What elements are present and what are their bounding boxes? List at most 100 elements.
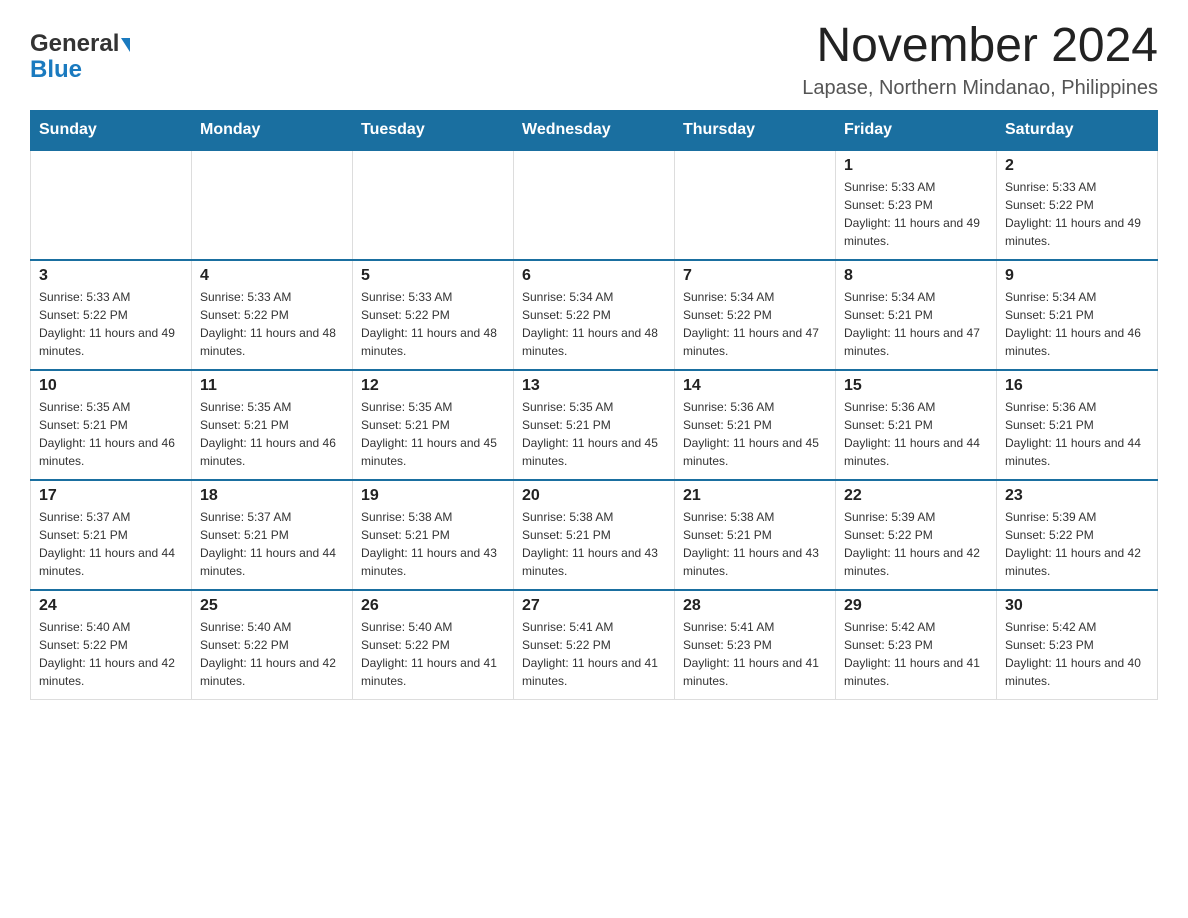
day-info: Sunrise: 5:35 AM Sunset: 5:21 PM Dayligh… [39,398,183,470]
calendar-cell: 30Sunrise: 5:42 AM Sunset: 5:23 PM Dayli… [997,590,1158,700]
day-number: 18 [200,487,344,505]
day-number: 23 [1005,487,1149,505]
day-number: 9 [1005,267,1149,285]
calendar-cell: 9 Sunrise: 5:34 AM Sunset: 5:21 PM Daylig… [997,260,1158,370]
day-info: Sunrise: 5:34 AM Sunset: 5:22 PM Dayligh… [522,288,666,360]
day-info: Sunrise: 5:41 AM Sunset: 5:22 PM Dayligh… [522,618,666,690]
day-info: Sunrise: 5:33 AM Sunset: 5:22 PM Dayligh… [361,288,505,360]
calendar-cell [31,150,192,260]
calendar-cell: 13 Sunrise: 5:35 AM Sunset: 5:21 PM Dayli… [514,370,675,480]
calendar-cell: 19 Sunrise: 5:38 AM Sunset: 5:21 PM Dayli… [353,480,514,590]
day-info: Sunrise: 5:41 AM Sunset: 5:23 PM Dayligh… [683,618,827,690]
day-info: Sunrise: 5:42 AM Sunset: 5:23 PM Dayligh… [844,618,988,690]
weekday-saturday: Saturday [997,110,1158,150]
day-number: 2 [1005,157,1149,175]
day-number: 5 [361,267,505,285]
calendar-cell: 22Sunrise: 5:39 AM Sunset: 5:22 PM Dayli… [836,480,997,590]
weekday-friday: Friday [836,110,997,150]
day-info: Sunrise: 5:38 AM Sunset: 5:21 PM Dayligh… [522,508,666,580]
calendar-cell: 25 Sunrise: 5:40 AM Sunset: 5:22 PM Dayli… [192,590,353,700]
day-info: Sunrise: 5:34 AM Sunset: 5:21 PM Dayligh… [1005,288,1149,360]
page-header: General Blue November 2024 Lapase, North… [30,20,1158,100]
day-info: Sunrise: 5:33 AM Sunset: 5:23 PM Dayligh… [844,178,988,250]
day-number: 24 [39,597,183,615]
calendar-subtitle: Lapase, Northern Mindanao, Philippines [802,77,1158,100]
calendar-cell: 11 Sunrise: 5:35 AM Sunset: 5:21 PM Dayli… [192,370,353,480]
calendar-cell: 24 Sunrise: 5:40 AM Sunset: 5:22 PM Dayli… [31,590,192,700]
day-info: Sunrise: 5:40 AM Sunset: 5:22 PM Dayligh… [39,618,183,690]
logo-triangle-icon [121,38,130,52]
weekday-thursday: Thursday [675,110,836,150]
day-number: 14 [683,377,827,395]
day-info: Sunrise: 5:38 AM Sunset: 5:21 PM Dayligh… [683,508,827,580]
day-number: 3 [39,267,183,285]
calendar-cell: 4 Sunrise: 5:33 AM Sunset: 5:22 PM Daylig… [192,260,353,370]
day-number: 11 [200,377,344,395]
calendar-cell: 29 Sunrise: 5:42 AM Sunset: 5:23 PM Dayli… [836,590,997,700]
day-info: Sunrise: 5:42 AM Sunset: 5:23 PM Dayligh… [1005,618,1149,690]
day-number: 12 [361,377,505,395]
calendar-cell: 28Sunrise: 5:41 AM Sunset: 5:23 PM Dayli… [675,590,836,700]
calendar-cell: 8 Sunrise: 5:34 AM Sunset: 5:21 PM Daylig… [836,260,997,370]
day-number: 15 [844,377,988,395]
day-number: 13 [522,377,666,395]
day-number: 22 [844,487,988,505]
calendar-cell: 2Sunrise: 5:33 AM Sunset: 5:22 PM Daylig… [997,150,1158,260]
logo-general: General [30,30,119,57]
day-number: 25 [200,597,344,615]
calendar-cell [514,150,675,260]
logo-blue-text: Blue [30,56,82,84]
calendar-cell: 7Sunrise: 5:34 AM Sunset: 5:22 PM Daylig… [675,260,836,370]
weekday-header-row: SundayMondayTuesdayWednesdayThursdayFrid… [31,110,1158,150]
calendar-cell: 6 Sunrise: 5:34 AM Sunset: 5:22 PM Daylig… [514,260,675,370]
calendar-cell: 16 Sunrise: 5:36 AM Sunset: 5:21 PM Dayli… [997,370,1158,480]
calendar-week-row: 17Sunrise: 5:37 AM Sunset: 5:21 PM Dayli… [31,480,1158,590]
day-number: 29 [844,597,988,615]
weekday-monday: Monday [192,110,353,150]
calendar-cell: 5 Sunrise: 5:33 AM Sunset: 5:22 PM Daylig… [353,260,514,370]
day-number: 26 [361,597,505,615]
calendar-cell: 20 Sunrise: 5:38 AM Sunset: 5:21 PM Dayli… [514,480,675,590]
calendar-cell: 1 Sunrise: 5:33 AM Sunset: 5:23 PM Daylig… [836,150,997,260]
calendar-header: SundayMondayTuesdayWednesdayThursdayFrid… [31,110,1158,150]
calendar-cell: 21 Sunrise: 5:38 AM Sunset: 5:21 PM Dayli… [675,480,836,590]
calendar-cell: 18Sunrise: 5:37 AM Sunset: 5:21 PM Dayli… [192,480,353,590]
day-number: 1 [844,157,988,175]
calendar-body: 1 Sunrise: 5:33 AM Sunset: 5:23 PM Daylig… [31,150,1158,700]
day-info: Sunrise: 5:38 AM Sunset: 5:21 PM Dayligh… [361,508,505,580]
day-number: 20 [522,487,666,505]
calendar-cell: 15 Sunrise: 5:36 AM Sunset: 5:21 PM Dayli… [836,370,997,480]
calendar-week-row: 24 Sunrise: 5:40 AM Sunset: 5:22 PM Dayli… [31,590,1158,700]
logo: General Blue [30,20,130,84]
day-number: 27 [522,597,666,615]
day-info: Sunrise: 5:40 AM Sunset: 5:22 PM Dayligh… [361,618,505,690]
weekday-tuesday: Tuesday [353,110,514,150]
day-number: 8 [844,267,988,285]
day-number: 19 [361,487,505,505]
calendar-table: SundayMondayTuesdayWednesdayThursdayFrid… [30,110,1158,701]
day-info: Sunrise: 5:33 AM Sunset: 5:22 PM Dayligh… [39,288,183,360]
day-info: Sunrise: 5:35 AM Sunset: 5:21 PM Dayligh… [200,398,344,470]
calendar-title-area: November 2024 Lapase, Northern Mindanao,… [802,20,1158,100]
day-number: 16 [1005,377,1149,395]
calendar-cell: 12Sunrise: 5:35 AM Sunset: 5:21 PM Dayli… [353,370,514,480]
day-info: Sunrise: 5:34 AM Sunset: 5:21 PM Dayligh… [844,288,988,360]
day-info: Sunrise: 5:33 AM Sunset: 5:22 PM Dayligh… [200,288,344,360]
day-number: 10 [39,377,183,395]
day-info: Sunrise: 5:39 AM Sunset: 5:22 PM Dayligh… [1005,508,1149,580]
calendar-week-row: 3 Sunrise: 5:33 AM Sunset: 5:22 PM Daylig… [31,260,1158,370]
day-info: Sunrise: 5:40 AM Sunset: 5:22 PM Dayligh… [200,618,344,690]
day-info: Sunrise: 5:36 AM Sunset: 5:21 PM Dayligh… [683,398,827,470]
day-number: 6 [522,267,666,285]
calendar-week-row: 10 Sunrise: 5:35 AM Sunset: 5:21 PM Dayli… [31,370,1158,480]
calendar-title: November 2024 [802,20,1158,73]
day-info: Sunrise: 5:36 AM Sunset: 5:21 PM Dayligh… [1005,398,1149,470]
calendar-cell: 14 Sunrise: 5:36 AM Sunset: 5:21 PM Dayli… [675,370,836,480]
logo-text: General [30,30,130,58]
day-info: Sunrise: 5:35 AM Sunset: 5:21 PM Dayligh… [522,398,666,470]
day-info: Sunrise: 5:36 AM Sunset: 5:21 PM Dayligh… [844,398,988,470]
weekday-sunday: Sunday [31,110,192,150]
calendar-cell: 26 Sunrise: 5:40 AM Sunset: 5:22 PM Dayli… [353,590,514,700]
day-number: 4 [200,267,344,285]
day-number: 21 [683,487,827,505]
